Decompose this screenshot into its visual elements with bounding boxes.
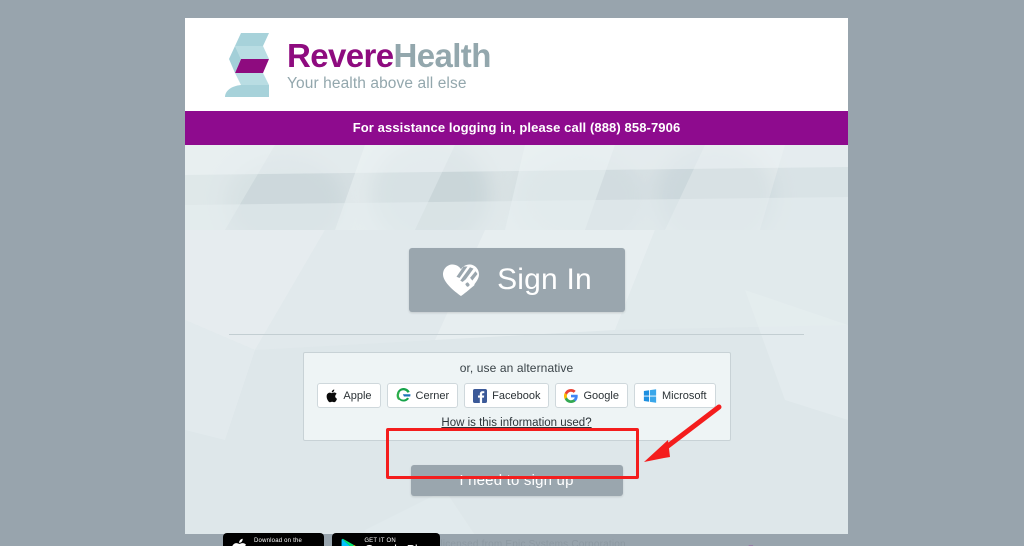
signin-row: Sign In [185,248,848,312]
app-store-badge[interactable]: Download on the App Store [223,533,325,546]
provider-label-cerner: Cerner [415,389,450,402]
microsoft-icon [643,388,657,403]
section-divider [229,334,804,335]
google-icon [564,388,579,403]
brand-tagline: Your health above all else [287,75,467,93]
how-is-this-information-used-link[interactable]: How is this information used? [441,417,591,429]
brand-logo[interactable]: RevereHealth Your health above all else [221,29,491,101]
main-content: Sign In or, use an alternative Apple Cer… [185,230,848,546]
hero-facet-overlay [185,145,848,230]
brand-word-2: Health [393,37,492,75]
hero-banner [185,145,848,230]
google-play-icon [341,538,357,546]
assistance-bar: For assistance logging in, please call (… [185,111,848,145]
alternative-title: or, use an alternative [459,361,574,375]
provider-button-apple[interactable]: Apple [317,383,381,408]
provider-button-list: Apple Cerner Facebook Google Microsoft [314,383,720,408]
mychart-heart-lock-icon [443,264,480,296]
provider-button-microsoft[interactable]: Microsoft [633,383,716,408]
provider-button-google[interactable]: Google [555,383,628,408]
app-store-badges: Download on the App Store GET IT ON [223,533,441,546]
google-play-text: GET IT ON Google Play [364,538,430,546]
apple-icon [232,538,247,546]
alternative-signin-box: or, use an alternative Apple Cerner Face… [302,352,731,441]
provider-label-apple: Apple [343,389,372,402]
provider-label-microsoft: Microsoft [661,389,707,402]
provider-button-facebook[interactable]: Facebook [464,383,550,408]
sign-in-label: Sign In [497,263,592,296]
app-store-text: Download on the App Store [254,538,315,546]
facebook-icon [473,388,488,403]
page-footer: Download on the App Store GET IT ON [185,533,848,546]
provider-label-google: Google [583,389,619,402]
cerner-icon [396,388,410,402]
revere-health-ribbon-logo [225,32,269,97]
sign-in-button[interactable]: Sign In [408,248,625,312]
revere-health-login-page: RevereHealth Your health above all else … [185,18,848,546]
site-header: RevereHealth Your health above all else [185,18,848,111]
i-need-to-sign-up-button[interactable]: I need to sign up [410,465,623,496]
signup-row: I need to sign up [185,465,848,496]
apple-icon [327,388,338,402]
google-play-badge[interactable]: GET IT ON Google Play [332,533,441,546]
screenshot-viewport: RevereHealth Your health above all else … [0,0,1024,546]
brand-title: RevereHealth [287,39,491,72]
provider-button-cerner[interactable]: Cerner [386,383,459,408]
brand-word-1: Revere [287,37,394,75]
provider-label-facebook: Facebook [492,389,541,402]
